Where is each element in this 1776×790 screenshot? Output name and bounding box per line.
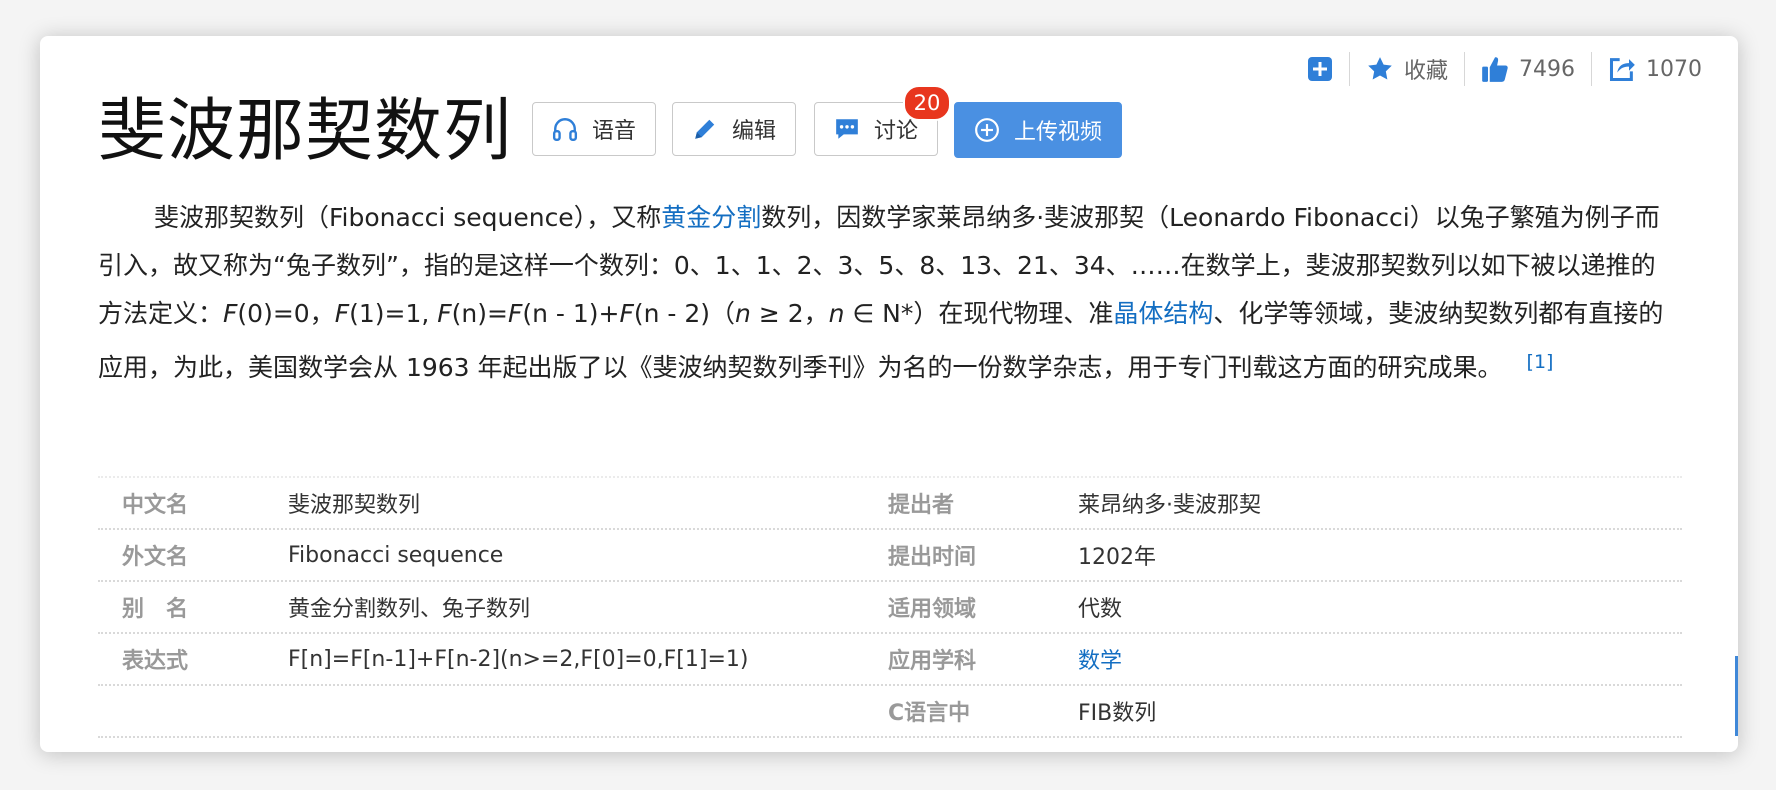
like-count: 7496	[1519, 56, 1575, 82]
scroll-indicator	[1735, 656, 1738, 736]
info-value: 斐波那契数列	[288, 493, 421, 518]
entry-card: 收藏 7496 1070 斐波那契数列 语音 编辑 讨论 20 上传视频 斐波那…	[40, 36, 1738, 752]
link-quasicrystal[interactable]: 晶体结构	[1113, 299, 1213, 328]
info-value: 黄金分割数列、兔子数列	[288, 597, 531, 622]
info-key: 外文名	[122, 545, 189, 570]
reference-link[interactable]: [1]	[1527, 351, 1554, 373]
add-box-button[interactable]	[1291, 56, 1349, 82]
info-row: C语言中 FIB数列	[98, 686, 1682, 738]
voice-label: 语音	[591, 119, 636, 144]
formula-symbol: F	[223, 299, 238, 328]
thumbs-up-icon	[1482, 57, 1508, 82]
formula-symbol: F	[507, 299, 523, 328]
summary-paragraph: 斐波那契数列（Fibonacci sequence），又称黄金分割数列，因数学家…	[98, 194, 1668, 392]
voice-button[interactable]: 语音	[532, 102, 656, 156]
info-key: 表达式	[122, 649, 189, 674]
plus-circle-icon	[975, 118, 999, 142]
collect-button[interactable]: 收藏	[1350, 53, 1464, 85]
discuss-button[interactable]: 讨论 20	[814, 85, 951, 156]
share-count: 1070	[1646, 56, 1702, 82]
info-row: 表达式 F[n]=F[n-1]+F[n-2](n>=2,F[0]=0,F[1]=…	[98, 634, 1682, 686]
info-key: 提出时间	[888, 545, 977, 570]
formula-text: (n - 2)（	[633, 299, 736, 328]
headphones-icon	[552, 118, 578, 142]
info-row: 外文名 Fibonacci sequence 提出时间 1202年	[98, 530, 1682, 582]
info-key: 提出者	[888, 493, 955, 518]
edit-label: 编辑	[731, 119, 776, 144]
formula-symbol: F	[437, 299, 452, 328]
share-icon	[1609, 58, 1635, 82]
share-button[interactable]: 1070	[1592, 55, 1718, 83]
chat-icon	[836, 119, 858, 139]
info-key: 别 名	[122, 597, 189, 622]
info-key: 适用领域	[888, 597, 977, 622]
info-key: 中文名	[122, 493, 189, 518]
formula-symbol: n	[828, 299, 845, 328]
star-icon	[1368, 57, 1392, 80]
summary-text: ∈ N*）在现代物理、准	[844, 299, 1114, 328]
formula-text: (n - 1)+	[522, 299, 620, 328]
info-value: 莱昂纳多·斐波那契	[1078, 493, 1261, 518]
summary-text: 斐波那契数列（Fibonacci sequence），又称	[154, 203, 662, 232]
info-row: 中文名 斐波那契数列 提出者 莱昂纳多·斐波那契	[98, 478, 1682, 530]
link-golden-ratio[interactable]: 黄金分割	[661, 203, 761, 232]
info-row: 别 名 黄金分割数列、兔子数列 适用领域 代数	[98, 582, 1682, 634]
formula-text: (0)=0，	[237, 299, 335, 328]
basic-info-table: 中文名 斐波那契数列 提出者 莱昂纳多·斐波那契 外文名 Fibonacci s…	[98, 476, 1682, 738]
info-key: C语言中	[888, 701, 971, 726]
formula-text: (n)=	[451, 299, 508, 328]
upload-video-button[interactable]: 上传视频	[954, 102, 1122, 158]
info-value: 代数	[1078, 597, 1123, 622]
formula-symbol: n	[735, 299, 751, 328]
info-value: Fibonacci sequence	[288, 542, 504, 568]
page-title: 斐波那契数列	[98, 92, 513, 171]
like-button[interactable]: 7496	[1465, 55, 1591, 83]
formula-symbol: F	[334, 299, 350, 328]
add-box-icon	[1307, 57, 1332, 81]
formula-text: (1)=1,	[349, 299, 438, 328]
discuss-count-badge: 20	[903, 85, 951, 121]
top-toolbar: 收藏 7496 1070	[1291, 48, 1718, 90]
info-value: FIB数列	[1078, 701, 1157, 726]
formula-text: ≥ 2，	[750, 299, 829, 328]
edit-button[interactable]: 编辑	[672, 102, 796, 156]
upload-label: 上传视频	[1013, 120, 1102, 145]
collect-label: 收藏	[1403, 59, 1448, 84]
pencil-icon	[695, 119, 715, 139]
info-key: 应用学科	[888, 649, 977, 674]
info-value: F[n]=F[n-1]+F[n-2](n>=2,F[0]=0,F[1]=1)	[288, 646, 749, 672]
formula-symbol: F	[619, 299, 634, 328]
info-value: 1202年	[1078, 545, 1156, 570]
info-value-link[interactable]: 数学	[1078, 643, 1122, 675]
